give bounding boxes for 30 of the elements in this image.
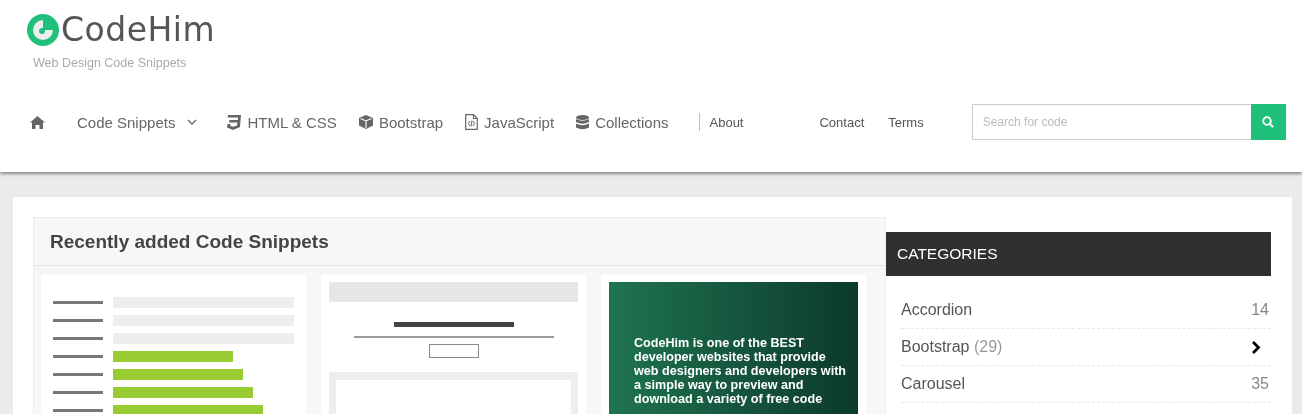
category-link[interactable]: Bootstrap (29) — [901, 338, 1003, 356]
logo-icon — [27, 14, 59, 46]
nav-link[interactable]: JavaScript — [465, 113, 555, 131]
promo-text: CodeHim is one of the BEST developer websites that provide web designers and developers with a simple way to preview and download a variety of free code — [634, 336, 848, 406]
site-logo[interactable]: CodeHim — [27, 14, 216, 46]
chevron-right-icon — [1251, 339, 1261, 355]
category-count: 14 — [1251, 301, 1269, 319]
categories-heading: CATEGORIES — [886, 232, 1271, 276]
section-title: Recently added Code Snippets — [34, 218, 885, 266]
home-icon[interactable] — [30, 115, 45, 129]
category-count: 35 — [1251, 375, 1269, 393]
code-file-icon — [465, 114, 479, 130]
nav-link[interactable]: Code Snippets — [77, 113, 198, 131]
css-icon — [227, 114, 242, 130]
chevron-down-icon — [187, 119, 198, 125]
nav-link[interactable]: HTML & CSS — [227, 113, 337, 131]
promo-banner[interactable]: CodeHim is one of the BEST developer websites that provide web designers and developers with a simple way to preview and download a variety of free code — [609, 282, 858, 414]
nav-link[interactable]: About — [709, 114, 744, 130]
nav-link[interactable]: Bootstrap — [358, 113, 444, 131]
cube-icon — [358, 115, 373, 129]
database-icon — [576, 114, 590, 130]
search-icon — [1262, 116, 1275, 128]
search-button[interactable] — [1250, 104, 1286, 140]
category-link[interactable]: Accordion — [901, 301, 973, 319]
site-tagline: Web Design Code Snippets — [33, 56, 187, 70]
nav-link[interactable]: Terms — [888, 114, 924, 130]
search-field[interactable]: Search for code — [971, 104, 1251, 140]
nav-link[interactable]: Contact — [819, 114, 865, 130]
nav-link[interactable]: Collections — [576, 113, 669, 131]
category-link[interactable]: Carousel — [901, 375, 966, 393]
